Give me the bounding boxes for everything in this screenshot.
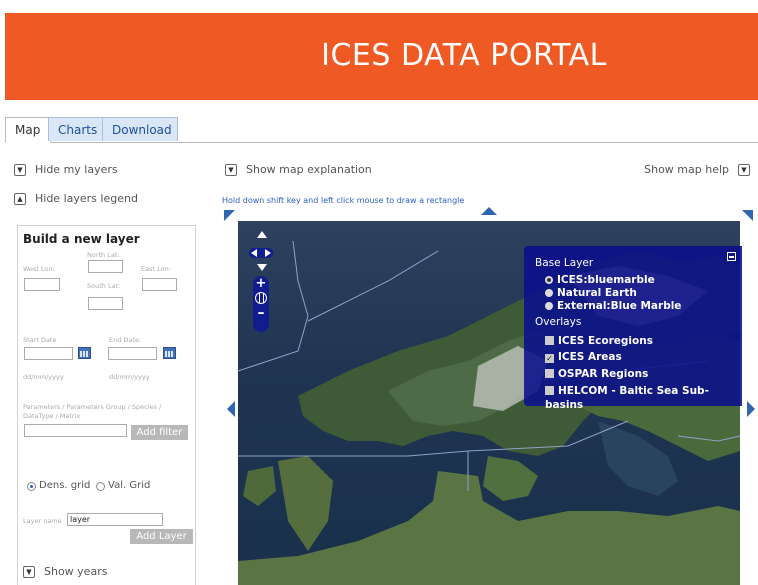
add-filter-button[interactable]: Add filter	[131, 425, 188, 440]
radio-selected-icon[interactable]	[545, 276, 553, 284]
calendar-icon[interactable]	[163, 347, 176, 359]
val-grid-label: Val. Grid	[108, 480, 151, 491]
start-date-input[interactable]	[24, 347, 73, 360]
base-layer-option[interactable]: Natural Earth	[545, 286, 637, 300]
calendar-icon[interactable]	[78, 347, 91, 359]
overlays-title: Overlays	[535, 316, 582, 328]
west-lon-label: West Lon:	[23, 265, 55, 273]
north-lat-input[interactable]	[88, 260, 123, 273]
pan-right-icon[interactable]	[265, 249, 271, 257]
val-grid-radio[interactable]	[96, 482, 105, 491]
map-navigation-control: + –	[249, 231, 273, 332]
south-lat-label: South Lat:	[87, 282, 121, 290]
layer-switcher: Base Layer ICES:bluemarble Natural Earth…	[524, 246, 742, 411]
toggle-collapse-icon: ▲	[14, 193, 26, 205]
build-layer-title: Build a new layer	[23, 232, 140, 246]
checkbox-icon[interactable]	[545, 386, 554, 395]
tab-bar: Map Charts Download	[5, 117, 758, 143]
east-lon-input[interactable]	[142, 278, 177, 291]
overlay-label: OSPAR Regions	[558, 368, 649, 380]
hide-legend-toggle[interactable]: ▲ Hide layers legend	[14, 191, 138, 207]
toggle-expand-icon: ▼	[738, 164, 750, 176]
base-layer-option[interactable]: ICES:bluemarble	[545, 273, 655, 287]
add-layer-button[interactable]: Add Layer	[130, 529, 193, 544]
zoom-bar: + –	[253, 276, 269, 332]
base-layer-title: Base Layer	[535, 257, 594, 269]
map-pan-north-arrow-icon[interactable]	[481, 207, 497, 215]
checkbox-icon[interactable]	[545, 336, 554, 345]
radio-icon[interactable]	[545, 289, 553, 297]
pan-arrows-icon[interactable]	[249, 248, 273, 258]
map-pan-east-arrow-icon[interactable]	[747, 401, 755, 417]
portal-banner: ICES DATA PORTAL	[5, 13, 758, 100]
map-corner-nw-arrow-icon[interactable]	[224, 210, 235, 221]
overlay-label: ICES Ecoregions	[558, 335, 653, 347]
checkbox-icon[interactable]	[545, 369, 554, 378]
overlay-option[interactable]: OSPAR Regions	[545, 367, 648, 381]
toggle-expand-icon: ▼	[14, 164, 26, 176]
overlay-option[interactable]: HELCOM - Baltic Sea Sub-basins	[545, 384, 742, 411]
minimize-icon[interactable]	[727, 252, 736, 261]
start-date-label: Start Date	[23, 336, 57, 344]
tab-download[interactable]: Download	[102, 117, 178, 141]
west-lon-input[interactable]	[24, 278, 60, 291]
checkbox-checked-icon[interactable]: ✓	[545, 354, 554, 363]
overlay-option[interactable]: ✓ ICES Areas	[545, 350, 622, 364]
show-years-toggle[interactable]: ▼ Show years	[23, 564, 107, 580]
start-date-format: dd/mm/yyyy	[23, 373, 64, 381]
end-date-format: dd/mm/yyyy	[109, 373, 150, 381]
pan-up-icon[interactable]	[257, 231, 267, 238]
parameters-label: Parameters / Parameters Group / Species …	[23, 403, 162, 420]
map-explanation-label: Show map explanation	[246, 163, 372, 176]
globe-icon[interactable]	[255, 292, 267, 304]
show-years-label: Show years	[44, 565, 108, 578]
pan-left-icon[interactable]	[251, 249, 257, 257]
dens-grid-radio[interactable]	[27, 482, 36, 491]
dens-grid-label: Dens. grid	[39, 480, 91, 491]
base-layer-option[interactable]: External:Blue Marble	[545, 299, 681, 313]
toggle-expand-icon: ▼	[23, 566, 35, 578]
base-layer-label: ICES:bluemarble	[557, 274, 655, 286]
show-map-help-toggle[interactable]: Show map help ▼	[644, 162, 750, 178]
end-date-input[interactable]	[108, 347, 157, 360]
north-lat-label: North Lat:	[87, 251, 120, 259]
pan-down-icon[interactable]	[257, 264, 267, 271]
base-layer-label: Natural Earth	[557, 287, 637, 299]
radio-icon[interactable]	[545, 302, 553, 310]
map-corner-ne-arrow-icon[interactable]	[742, 210, 753, 221]
hide-legend-label: Hide layers legend	[35, 192, 138, 205]
overlay-option[interactable]: ICES Ecoregions	[545, 334, 653, 348]
draw-rectangle-hint: Hold down shift key and left click mouse…	[222, 196, 465, 205]
toggle-expand-icon: ▼	[225, 164, 237, 176]
hide-layers-toggle[interactable]: ▼ Hide my layers	[14, 162, 118, 178]
south-lat-input[interactable]	[88, 297, 123, 310]
build-layer-panel: Build a new layer North Lat: West Lon: E…	[17, 225, 196, 585]
tab-charts[interactable]: Charts	[48, 117, 103, 141]
base-layer-label: External:Blue Marble	[557, 300, 682, 312]
end-date-label: End Date:	[109, 336, 142, 344]
overlay-label: ICES Areas	[558, 351, 622, 363]
map-help-label: Show map help	[644, 163, 729, 176]
tab-map[interactable]: Map	[5, 117, 51, 143]
layer-name-input[interactable]: layer	[67, 513, 163, 526]
east-lon-label: East Lon:	[141, 265, 171, 273]
show-map-explanation-toggle[interactable]: ▼ Show map explanation	[225, 162, 372, 178]
map-pan-west-arrow-icon[interactable]	[227, 401, 235, 417]
portal-title: ICES DATA PORTAL	[321, 38, 607, 73]
zoom-out-icon[interactable]: –	[253, 306, 269, 320]
layer-name-label: Layer name	[23, 517, 62, 525]
hide-layers-label: Hide my layers	[35, 163, 118, 176]
parameters-input[interactable]	[24, 424, 127, 437]
zoom-in-icon[interactable]: +	[253, 277, 269, 290]
